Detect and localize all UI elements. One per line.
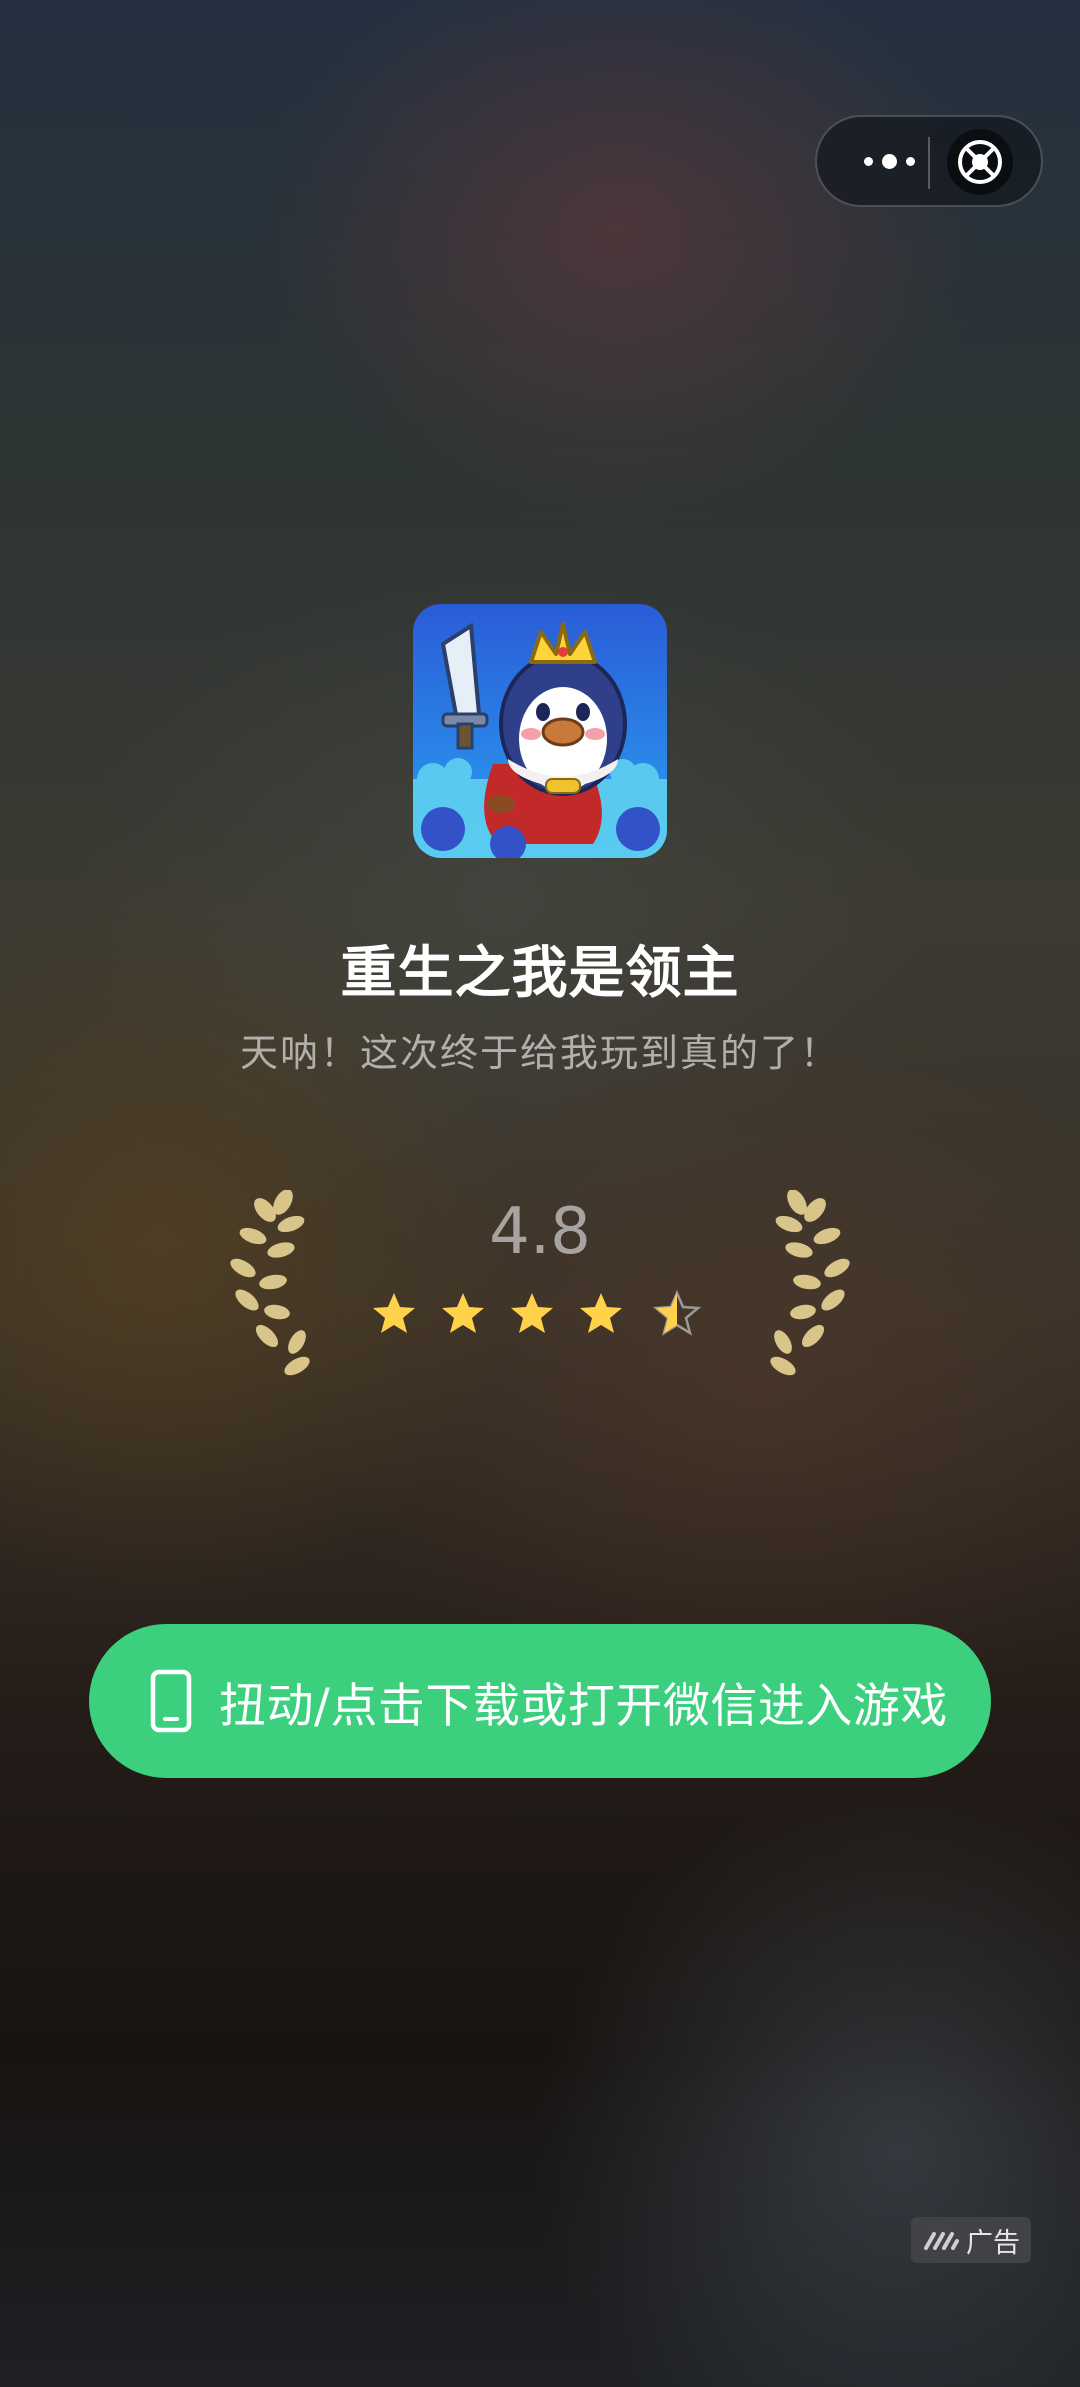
cta-label: 扭动/点击下载或打开微信进入游戏 (219, 1678, 948, 1734)
more-button[interactable] (849, 117, 929, 205)
game-launch-screen: 重生之我是领主 天呐！这次终于给我玩到真的了！ 4.8 扭动/点击下载或打开微信… (0, 0, 1080, 2387)
more-dots-icon (863, 156, 873, 166)
star-full-icon (373, 1293, 415, 1333)
star-full-icon (442, 1293, 484, 1333)
game-title: 重生之我是领主 (340, 941, 740, 1006)
rating-score: 4.8 (489, 1195, 591, 1269)
phone-icon (150, 1669, 192, 1733)
star-full-icon (511, 1293, 553, 1333)
exit-target-icon (958, 140, 1002, 184)
ad-logo-icon (924, 2232, 959, 2250)
download-open-game-button[interactable]: 扭动/点击下载或打开微信进入游戏 (89, 1624, 991, 1778)
capsule-divider (928, 137, 930, 189)
ad-badge[interactable]: 广告 (911, 2217, 1031, 2263)
mini-program-capsule (815, 115, 1043, 207)
ad-label: 广告 (966, 2227, 1020, 2259)
penguin-king-app-icon (413, 604, 667, 858)
laurel-right-icon (770, 1190, 850, 1376)
rating-stars (370, 1290, 710, 1340)
star-full-icon (580, 1293, 622, 1333)
game-slogan: 天呐！这次终于给我玩到真的了！ (239, 1031, 840, 1075)
close-button[interactable] (947, 129, 1013, 195)
star-half-icon (653, 1290, 701, 1336)
